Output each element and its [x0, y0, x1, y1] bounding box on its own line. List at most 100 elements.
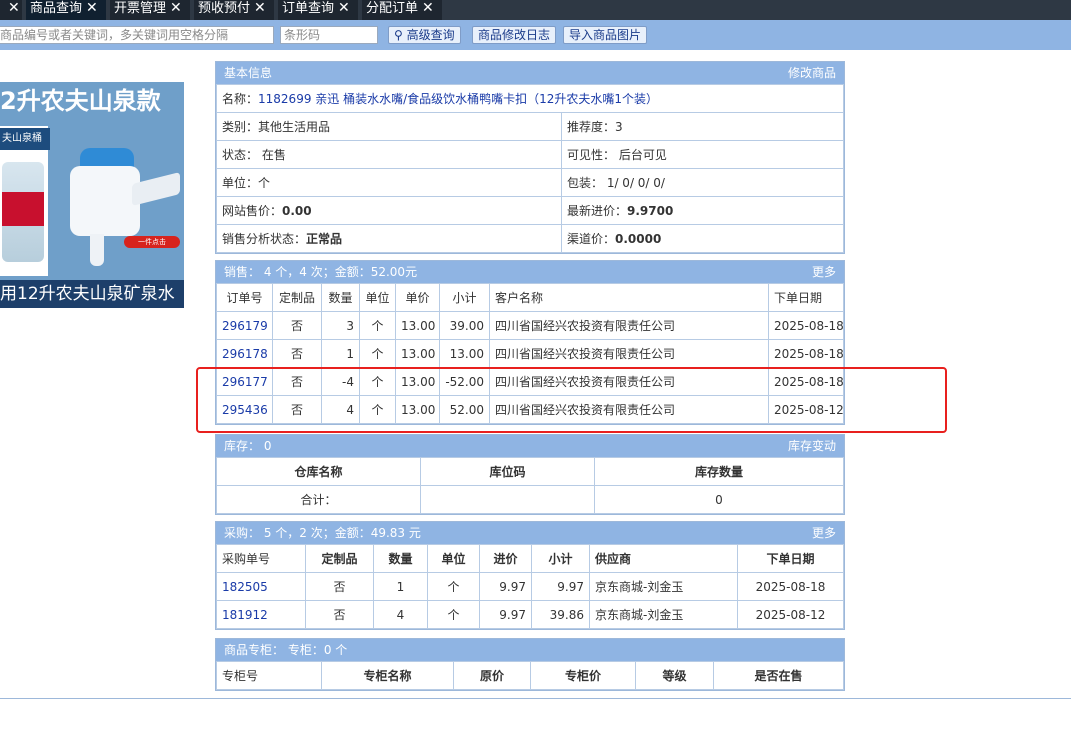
- panel-header: 基本信息 修改商品: [216, 62, 844, 84]
- panel-title: 基本信息: [224, 66, 273, 80]
- advanced-search-button[interactable]: ⚲ 高级查询: [388, 26, 461, 44]
- table-row: 销售分析状态：正常品 渠道价：0.0000: [216, 224, 844, 253]
- tab-label: 订单查询: [282, 1, 335, 16]
- tab-prepay[interactable]: 预收预付 ✕: [194, 0, 274, 20]
- col-header: 原价: [453, 661, 531, 690]
- date-cell: 2025-08-18: [737, 572, 844, 601]
- table-header-row: 采购单号 定制品 数量 单位 进价 小计 供应商 下单日期: [216, 544, 844, 573]
- stock-change-link[interactable]: 库存变动: [788, 435, 836, 457]
- counter-panel: 商品专柜： 专柜：0 个 专柜号 专柜名称 原价 专柜价 等级 是否在售: [215, 638, 845, 691]
- supplier-cell: 京东商城-刘金玉: [589, 600, 738, 629]
- table-row: 182505 否 1 个 9.97 9.97 京东商城-刘金玉 2025-08-…: [216, 572, 844, 601]
- keyword-search-input[interactable]: 商品编号或者关键词，多关键词用空格分隔: [0, 26, 274, 44]
- unit-cell: 个: [359, 339, 396, 368]
- col-header: 供应商: [589, 544, 738, 573]
- qty-cell: 4: [373, 600, 428, 629]
- product-image-bottom-text: 用12升农夫山泉矿泉水: [0, 280, 184, 308]
- table-header-row: 仓库名称 库位码 库存数量: [216, 457, 844, 486]
- bottle-label-graphic: [2, 192, 44, 226]
- product-image-tag: 夫山泉桶: [0, 128, 50, 150]
- qty-cell: 1: [321, 339, 360, 368]
- stock-panel: 库存： 0 库存变动 仓库名称 库位码 库存数量 合计： 0: [215, 434, 845, 515]
- subtotal-cell: 39.86: [531, 600, 590, 629]
- panel-header: 销售： 4 个，4 次；金额：52.00元 更多: [216, 261, 844, 283]
- custom-cell: 否: [272, 339, 322, 368]
- product-name-cell: 名称：1182699 亲迅 桶装水水嘴/食品级饮水桶鸭嘴卡扣（12升农夫水嘴1个…: [216, 84, 844, 113]
- date-cell: 2025-08-12: [737, 600, 844, 629]
- tab-bar: ✕ 商品查询 ✕ 开票管理 ✕ 预收预付 ✕ 订单查询 ✕ 分配订单 ✕: [0, 0, 1071, 20]
- close-icon[interactable]: ✕: [170, 0, 182, 16]
- tab-assign-order[interactable]: 分配订单 ✕: [362, 0, 442, 20]
- col-header: 数量: [321, 283, 360, 312]
- table-header-row: 订单号 定制品 数量 单位 单价 小计 客户名称 下单日期: [216, 283, 844, 312]
- divider: [0, 698, 1071, 699]
- product-log-button[interactable]: 商品修改日志: [472, 26, 557, 44]
- close-icon[interactable]: ✕: [8, 0, 20, 16]
- product-name-link[interactable]: 1182699 亲迅 桶装水水嘴/食品级饮水桶鸭嘴卡扣（12升农夫水嘴1个装）: [258, 92, 658, 106]
- tab-product-search[interactable]: 商品查询 ✕: [26, 0, 106, 20]
- order-link[interactable]: 296178: [216, 339, 273, 368]
- purchase-panel: 采购： 5 个，2 次；金额：49.83 元 更多 采购单号 定制品 数量 单位…: [215, 521, 845, 630]
- qty-cell: 3: [321, 311, 360, 340]
- panel-header: 库存： 0 库存变动: [216, 435, 844, 457]
- purchase-order-link[interactable]: 182505: [216, 572, 306, 601]
- table-row: 单位：个 包装： 1/ 0/ 0/ 0/: [216, 168, 844, 197]
- table-row: 状态： 在售 可见性： 后台可见: [216, 140, 844, 169]
- status-cell: 状态： 在售: [216, 140, 562, 169]
- custom-cell: 否: [272, 311, 322, 340]
- category-cell: 类别：其他生活用品: [216, 112, 562, 141]
- stock-summary: 库存： 0: [224, 439, 272, 453]
- date-cell: 2025-08-18: [768, 339, 844, 368]
- panel-header: 采购： 5 个，2 次；金额：49.83 元 更多: [216, 522, 844, 544]
- packing-cell: 包装： 1/ 0/ 0/ 0/: [561, 168, 844, 197]
- sales-more-link[interactable]: 更多: [812, 261, 836, 283]
- tab-partial[interactable]: ✕: [0, 0, 22, 20]
- col-header: 专柜价: [530, 661, 636, 690]
- last-cost-label: 最新进价：: [567, 204, 628, 218]
- tab-label: 分配订单: [366, 1, 419, 16]
- table-row: 合计： 0: [216, 485, 844, 514]
- col-header: 定制品: [272, 283, 322, 312]
- panel-header: 商品专柜： 专柜：0 个: [216, 639, 844, 661]
- site-price-label: 网站售价：: [222, 204, 283, 218]
- channel-price-cell: 渠道价：0.0000: [561, 224, 844, 253]
- col-header: 单位: [427, 544, 480, 573]
- tab-order-search[interactable]: 订单查询 ✕: [278, 0, 358, 20]
- unit-cell: 个: [359, 311, 396, 340]
- close-icon[interactable]: ✕: [86, 0, 98, 16]
- product-image[interactable]: 2升农夫山泉款 夫山泉桶 一件点击 用12升农夫山泉矿泉水: [0, 82, 184, 308]
- table-row: 名称：1182699 亲迅 桶装水水嘴/食品级饮水桶鸭嘴卡扣（12升农夫水嘴1个…: [216, 84, 844, 113]
- site-price-cell: 网站售价：0.00: [216, 196, 562, 225]
- col-header: 进价: [479, 544, 532, 573]
- purchase-summary: 采购： 5 个，2 次；金额：49.83 元: [224, 526, 421, 540]
- table-row: 296179 否 3 个 13.00 39.00 四川省国经兴农投资有限责任公司…: [216, 311, 844, 340]
- barcode-input[interactable]: 条形码: [280, 26, 378, 44]
- col-header: 定制品: [305, 544, 374, 573]
- nozzle-graphic: [62, 148, 180, 268]
- subtotal-cell: 9.97: [531, 572, 590, 601]
- close-icon[interactable]: ✕: [254, 0, 266, 16]
- col-header: 客户名称: [489, 283, 769, 312]
- col-header: 订单号: [216, 283, 273, 312]
- sales-summary: 销售： 4 个，4 次；金额：52.00元: [224, 265, 418, 279]
- tab-invoice[interactable]: 开票管理 ✕: [110, 0, 190, 20]
- table-header-row: 专柜号 专柜名称 原价 专柜价 等级 是否在售: [216, 661, 844, 690]
- customer-cell: 四川省国经兴农投资有限责任公司: [489, 339, 769, 368]
- purchase-more-link[interactable]: 更多: [812, 522, 836, 544]
- table-row: 181912 否 4 个 9.97 39.86 京东商城-刘金玉 2025-08…: [216, 600, 844, 629]
- order-link[interactable]: 296179: [216, 311, 273, 340]
- table-row: 网站售价：0.00 最新进价：9.9700: [216, 196, 844, 225]
- unit-cell: 个: [427, 572, 480, 601]
- basic-info-panel: 基本信息 修改商品 名称：1182699 亲迅 桶装水水嘴/食品级饮水桶鸭嘴卡扣…: [215, 61, 845, 254]
- last-cost-cell: 最新进价：9.9700: [561, 196, 844, 225]
- advanced-search-label: 高级查询: [406, 28, 455, 42]
- import-image-button[interactable]: 导入商品图片: [563, 26, 648, 44]
- purchase-order-link[interactable]: 181912: [216, 600, 306, 629]
- recommend-cell: 推荐度：3: [561, 112, 844, 141]
- price-cell: 9.97: [479, 600, 532, 629]
- close-icon[interactable]: ✕: [338, 0, 350, 16]
- close-icon[interactable]: ✕: [422, 0, 434, 16]
- col-header: 小计: [439, 283, 490, 312]
- col-header: 是否在售: [713, 661, 844, 690]
- edit-product-link[interactable]: 修改商品: [788, 62, 836, 84]
